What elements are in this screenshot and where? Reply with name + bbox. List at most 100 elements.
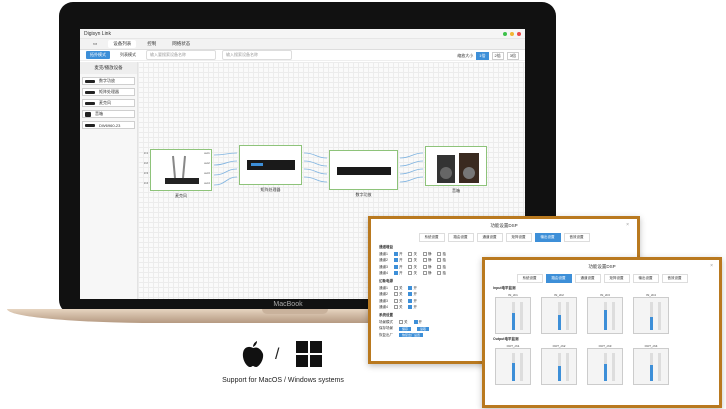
sidebar-item-label: 数字功放: [99, 78, 115, 83]
checkbox[interactable]: 独: [437, 265, 446, 270]
tab-routing[interactable]: 路由设置: [447, 233, 474, 242]
checkbox[interactable]: 开: [393, 252, 402, 257]
port-label: out2: [204, 161, 210, 165]
row-label: 通道3: [379, 298, 388, 303]
row-label: 保存场景: [379, 326, 393, 330]
tab-channel[interactable]: 通道设置: [574, 274, 601, 283]
checkbox[interactable]: 开: [393, 265, 402, 270]
speaker-device-icon: [437, 153, 479, 183]
checkbox[interactable]: 开: [408, 292, 417, 297]
checkbox[interactable]: 关: [408, 271, 417, 276]
level-meter: [587, 348, 623, 385]
tab-system[interactable]: 系统设置: [418, 233, 445, 242]
checkbox[interactable]: 静: [422, 258, 431, 263]
tab-effects[interactable]: 音效设置: [661, 274, 688, 283]
row-label: 通道3: [379, 264, 388, 269]
meter-group: OUT_ch1: [495, 344, 531, 385]
meter-group: IN_ch3: [587, 293, 623, 334]
port-label: in4: [144, 181, 149, 185]
meter-group: IN_ch1: [495, 293, 531, 334]
checkbox[interactable]: 关: [408, 265, 417, 270]
microphone-device-icon: [165, 155, 199, 184]
tab-routing[interactable]: 路由设置: [545, 274, 572, 283]
sidebar-item-label: 麦克风: [99, 100, 111, 105]
window-title: 功能设置DSP: [490, 223, 518, 228]
tab-channel[interactable]: 通道设置: [476, 233, 503, 242]
laptop-brand: MacBook: [273, 301, 303, 308]
checkbox[interactable]: 开: [413, 320, 422, 325]
row-label: 通道2: [379, 258, 388, 262]
matrix-device-icon: [247, 160, 295, 170]
apple-icon: [242, 341, 264, 367]
sidebar-item-speaker[interactable]: 音箱: [82, 110, 135, 118]
device-search-input-2[interactable]: 输入搜索设备名称: [222, 50, 292, 60]
node-amplifier[interactable]: [329, 150, 398, 190]
checkbox[interactable]: 开: [408, 286, 417, 291]
load-scene-button[interactable]: 读取: [417, 326, 430, 331]
checkbox[interactable]: 静: [422, 265, 431, 270]
tab-matrix[interactable]: 矩阵设置: [505, 233, 532, 242]
tab-control[interactable]: 控制: [142, 40, 161, 48]
sidebar-item-microphone[interactable]: 麦克风: [82, 99, 135, 107]
save-scene-button[interactable]: 保存: [399, 326, 412, 331]
sidebar-item-matrix[interactable]: 矩阵处理器: [82, 88, 135, 96]
minimize-icon[interactable]: [510, 32, 514, 36]
level-meter: [541, 348, 577, 385]
checkbox[interactable]: 静: [422, 271, 431, 276]
device-search-input[interactable]: 输入要搜索设备名称: [146, 50, 216, 60]
factory-reset-button[interactable]: 恢复出厂设置: [399, 333, 424, 337]
zoom-2x-button[interactable]: 2倍: [491, 52, 504, 60]
checkbox[interactable]: 关: [408, 252, 417, 257]
checkbox[interactable]: 静: [422, 252, 431, 257]
tab-matrix[interactable]: 矩阵设置: [603, 274, 630, 283]
zoom-3x-button[interactable]: 3倍: [506, 52, 519, 60]
amplifier-icon: [85, 79, 95, 83]
checkbox[interactable]: 关: [393, 286, 402, 291]
close-icon[interactable]: ×: [626, 222, 629, 228]
meter-group: IN_ch4: [633, 293, 669, 334]
checkbox[interactable]: 开: [408, 299, 417, 304]
checkbox[interactable]: 开: [393, 271, 402, 276]
title-bar: Digisyn Link: [80, 29, 525, 39]
checkbox[interactable]: 开: [393, 258, 402, 263]
row-label: 通道1: [379, 285, 388, 290]
checkbox[interactable]: 独: [437, 271, 446, 276]
meter-group: OUT_ch3: [587, 344, 623, 385]
tab-effects[interactable]: 音效设置: [563, 233, 590, 242]
setting-row: 通道1 开 关静 独: [379, 252, 629, 257]
row-label: 恢复出厂: [379, 332, 393, 337]
node-microphone[interactable]: [150, 149, 212, 191]
checkbox[interactable]: 关: [408, 258, 417, 263]
row-label: 通道4: [379, 305, 388, 309]
checkbox[interactable]: 独: [437, 258, 446, 263]
tab-device-list[interactable]: 设备列表: [108, 40, 137, 48]
tab-output[interactable]: 输出设置: [632, 274, 659, 283]
list-mode-button[interactable]: 列表模式: [116, 51, 140, 59]
node-matrix[interactable]: [239, 145, 302, 185]
topology-mode-button[interactable]: 拓扑模式: [86, 51, 110, 59]
checkbox[interactable]: 关: [393, 299, 402, 304]
checkbox[interactable]: 关: [393, 292, 402, 297]
checkbox[interactable]: 独: [437, 252, 446, 257]
sidebar-item-dw6960[interactable]: DW6960-23: [82, 121, 135, 129]
tab-network[interactable]: 网络状态: [167, 40, 195, 48]
node-speaker[interactable]: [425, 146, 487, 186]
sidebar-item-amplifier[interactable]: 数字功放: [82, 77, 135, 85]
maximize-icon[interactable]: [503, 32, 507, 36]
sidebar-item-label: DW6960-23: [99, 122, 121, 128]
checkbox[interactable]: 关: [393, 305, 402, 310]
separator-slash: /: [275, 346, 280, 363]
tab-system[interactable]: 系统设置: [516, 274, 543, 283]
port-label: out4: [204, 181, 210, 185]
checkbox[interactable]: 关: [399, 320, 408, 325]
port-label: in1: [144, 151, 149, 155]
level-meter: [495, 348, 531, 385]
device-icon: [85, 123, 95, 127]
checkbox[interactable]: 开: [408, 305, 417, 310]
row-label: 场景模式: [379, 319, 393, 324]
tab-home[interactable]: ▭: [88, 40, 102, 48]
zoom-1x-button[interactable]: 1倍: [476, 52, 489, 60]
tab-output[interactable]: 输出设置: [534, 233, 561, 242]
close-icon[interactable]: ×: [710, 263, 713, 269]
close-icon[interactable]: [517, 32, 521, 36]
